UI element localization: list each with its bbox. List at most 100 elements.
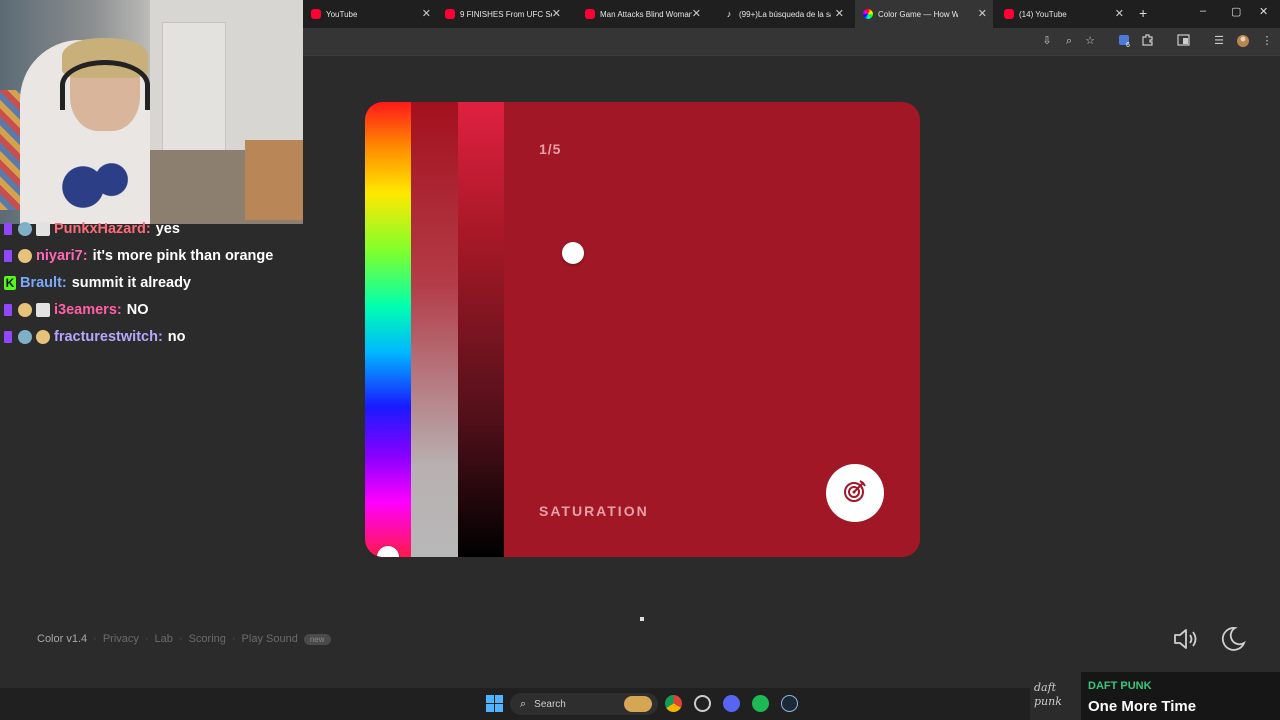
profile-icon[interactable] xyxy=(1236,34,1250,48)
twitch-icon xyxy=(4,304,12,316)
youtube-icon xyxy=(585,9,595,19)
sound-toggle-button[interactable] xyxy=(1172,626,1200,652)
tab-youtube-14[interactable]: (14) YouTube ✕ xyxy=(996,0,1130,28)
privacy-link[interactable]: Privacy xyxy=(103,633,139,645)
lightness-slider[interactable] xyxy=(458,102,584,557)
color-wheel-icon xyxy=(863,9,873,19)
youtube-icon xyxy=(445,9,455,19)
new-tab-button[interactable]: + xyxy=(1139,5,1147,21)
chat-text: it's more pink than orange xyxy=(92,248,274,264)
install-icon[interactable]: ⇩ xyxy=(1040,34,1054,48)
zoom-icon[interactable]: ⌕ xyxy=(1062,34,1076,48)
chat-message: PunkxHazard: yes xyxy=(4,218,180,240)
user-badge-icon xyxy=(18,222,32,236)
youtube-icon xyxy=(1004,9,1014,19)
slider-mode-label: SATURATION xyxy=(539,503,649,519)
cardboard-box xyxy=(245,140,303,220)
user-badge-icon xyxy=(36,303,50,317)
tab-close-icon[interactable]: ✕ xyxy=(1115,8,1124,20)
footer-separator: · xyxy=(178,633,183,645)
tab-close-icon[interactable]: ✕ xyxy=(552,8,561,20)
shirt-print xyxy=(45,150,140,224)
chat-text: yes xyxy=(155,221,180,237)
chat-username: fracturestwitch: xyxy=(54,329,163,345)
footer-separator: · xyxy=(231,633,236,645)
search-icon: ⌕ xyxy=(520,697,527,710)
chat-message: K Brault: summit it already xyxy=(4,272,191,294)
svg-text:6: 6 xyxy=(1126,42,1130,48)
extensions-icon[interactable] xyxy=(1140,34,1154,48)
media-control-icon[interactable]: ☰ xyxy=(1212,34,1226,48)
color-game-card: 1/5 SATURATION xyxy=(365,102,920,557)
twitch-icon xyxy=(4,223,12,235)
footer-separator: · xyxy=(93,633,97,645)
minimize-button[interactable]: – xyxy=(1200,5,1206,17)
chat-username: niyari7: xyxy=(36,248,88,264)
chat-username: i3eamers: xyxy=(54,302,122,318)
kick-icon: K xyxy=(4,276,16,290)
scoring-link[interactable]: Scoring xyxy=(189,633,226,645)
saturation-slider[interactable] xyxy=(411,102,491,557)
maximize-button[interactable]: ▢ xyxy=(1231,5,1241,18)
tab-close-icon[interactable]: ✕ xyxy=(422,8,431,20)
tab-color-game[interactable]: Color Game — How W ✕ xyxy=(855,0,993,28)
search-label: Search xyxy=(534,698,566,710)
now-playing-artist: DAFT PUNK xyxy=(1088,680,1152,692)
browser-toolbar: ⇩ ⌕ ☆ 6 ☰ ⋮ xyxy=(303,28,1280,56)
tab-close-icon[interactable]: ✕ xyxy=(692,8,701,20)
twitch-icon xyxy=(4,250,12,262)
now-playing-title: One More Time xyxy=(1088,698,1197,715)
tab-youtube[interactable]: YouTube ✕ xyxy=(303,0,437,28)
user-badge-icon xyxy=(18,303,32,317)
tab-man-attacks[interactable]: Man Attacks Blind Woman ✕ xyxy=(577,0,707,28)
close-window-button[interactable]: ✕ xyxy=(1259,5,1268,18)
tab-label: (14) YouTube xyxy=(1019,9,1067,19)
album-art: daft punk xyxy=(1030,672,1081,720)
new-badge: new xyxy=(303,633,331,645)
chat-message: fracturestwitch: no xyxy=(4,326,186,348)
chat-message: niyari7: it's more pink than orange xyxy=(4,245,273,267)
chat-username: Brault: xyxy=(20,275,67,291)
steam-icon[interactable] xyxy=(781,695,798,712)
chat-message: i3eamers: NO xyxy=(4,299,148,321)
chat-text: NO xyxy=(126,302,149,318)
hue-slider[interactable] xyxy=(365,102,411,557)
submit-button[interactable] xyxy=(826,464,884,522)
version-label: Color v1.4 xyxy=(37,633,88,645)
tab-label: Man Attacks Blind Woman xyxy=(600,9,692,19)
spotify-icon[interactable] xyxy=(752,695,769,712)
footer-separator: · xyxy=(144,633,149,645)
lightness-slider-handle[interactable] xyxy=(562,242,584,264)
tab-label: (99+)La búsqueda de la sa xyxy=(739,9,831,19)
discord-icon[interactable] xyxy=(723,695,740,712)
hue-slider-handle[interactable] xyxy=(377,546,399,557)
page-footer: Color v1.4 · Privacy · Lab · Scoring · P… xyxy=(37,632,331,646)
user-badge-icon xyxy=(18,249,32,263)
speaker-icon xyxy=(1172,629,1200,656)
menu-icon[interactable]: ⋮ xyxy=(1260,34,1274,48)
tab-close-icon[interactable]: ✕ xyxy=(978,8,987,20)
windows-start-icon[interactable] xyxy=(486,695,503,712)
moon-icon xyxy=(1219,627,1247,656)
tab-label: YouTube xyxy=(326,9,358,19)
album-art-text: daft punk xyxy=(1034,681,1062,708)
extension-badge-icon[interactable]: 6 xyxy=(1118,34,1132,49)
chrome-icon[interactable] xyxy=(665,695,682,712)
now-playing-widget: daft punk DAFT PUNK One More Time xyxy=(1030,672,1280,720)
bookmark-star-icon[interactable]: ☆ xyxy=(1083,34,1097,48)
split-view-icon[interactable] xyxy=(1176,34,1190,48)
tab-label: 9 FINISHES From UFC Sea xyxy=(460,9,552,19)
tab-close-icon[interactable]: ✕ xyxy=(835,8,844,20)
user-badge-icon xyxy=(18,330,32,344)
search-highlight-image xyxy=(624,696,652,712)
target-submit-icon xyxy=(842,478,868,509)
lab-link[interactable]: Lab xyxy=(155,633,173,645)
taskbar-search[interactable]: ⌕ Search xyxy=(510,693,658,715)
theme-toggle-button[interactable] xyxy=(1219,626,1247,652)
tab-ufc[interactable]: 9 FINISHES From UFC Sea ✕ xyxy=(437,0,567,28)
play-sound-link[interactable]: Play Sound xyxy=(242,633,298,645)
tab-tiktok[interactable]: ♪ (99+)La búsqueda de la sa ✕ xyxy=(716,0,850,28)
round-progress: 1/5 xyxy=(539,141,562,157)
chat-text: summit it already xyxy=(71,275,191,291)
obs-icon[interactable] xyxy=(694,695,711,712)
